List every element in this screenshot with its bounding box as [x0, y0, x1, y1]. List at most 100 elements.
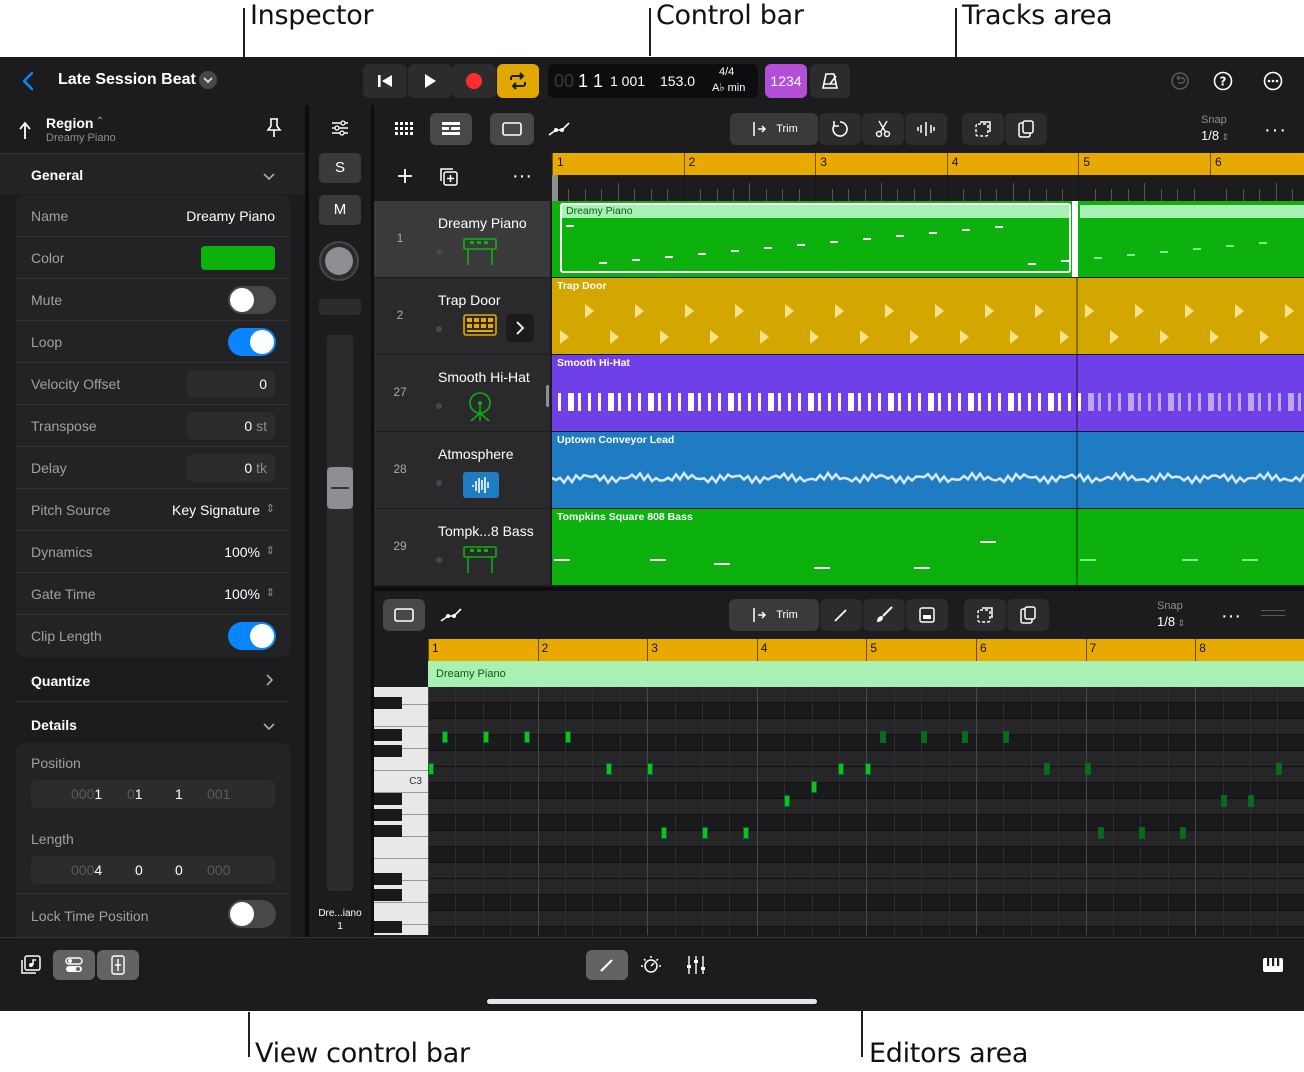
piano-white-key[interactable]	[374, 837, 428, 859]
track-header[interactable]: 28 Atmosphere	[374, 432, 550, 509]
automation-button[interactable]	[538, 113, 580, 145]
editor-paste-button[interactable]	[1007, 599, 1049, 631]
delay-field[interactable]: 0 tk	[187, 454, 275, 482]
loop-tool-button[interactable]	[819, 113, 861, 145]
clip-length-toggle[interactable]	[228, 622, 276, 650]
midi-note[interactable]	[1085, 763, 1091, 775]
lock-time-position-toggle[interactable]	[228, 900, 276, 928]
piano-black-key[interactable]	[374, 729, 402, 741]
home-indicator[interactable]	[487, 999, 817, 1004]
piano-keyboard[interactable]: C3	[374, 687, 428, 935]
midi-note[interactable]	[483, 731, 489, 743]
piano-black-key[interactable]	[374, 745, 402, 757]
midi-note[interactable]	[743, 827, 749, 839]
brush-tool-button[interactable]	[863, 599, 905, 631]
mute-toggle[interactable]	[228, 286, 276, 314]
chevron-right-icon[interactable]	[506, 314, 534, 342]
keyboard-toggle-icon[interactable]	[1262, 956, 1284, 974]
solo-button[interactable]: S	[319, 153, 361, 183]
go-to-beginning-button[interactable]	[363, 64, 407, 98]
piano-black-key[interactable]	[374, 825, 402, 837]
track-region[interactable]: Uptown Conveyor Lead	[552, 432, 1304, 508]
split-tool-button[interactable]	[862, 113, 904, 145]
track-header[interactable]: 2 Trap Door	[374, 278, 550, 355]
track-region[interactable]: Dreamy Piano	[552, 201, 1304, 277]
piano-black-key[interactable]	[374, 809, 402, 821]
editor-region-bar[interactable]: Dreamy Piano	[428, 661, 1304, 687]
add-track-icon[interactable]	[396, 167, 414, 185]
midi-note[interactable]	[606, 763, 612, 775]
midi-note[interactable]	[1276, 763, 1282, 775]
volume-fader-track[interactable]	[327, 335, 353, 891]
play-button[interactable]	[408, 64, 452, 98]
undo-icon[interactable]	[1170, 71, 1190, 91]
quantize-section-title[interactable]: Quantize	[31, 673, 305, 689]
record-button[interactable]	[452, 64, 496, 98]
piano-black-key[interactable]	[374, 873, 402, 885]
browser-button[interactable]	[383, 113, 425, 145]
track-region[interactable]: Smooth Hi-Hat	[552, 355, 1304, 431]
playhead[interactable]	[552, 175, 558, 201]
snap-value[interactable]: 1/8 ⇕	[1201, 128, 1229, 143]
position-field[interactable]: 0001 01 1 001	[31, 780, 275, 808]
midi-note[interactable]	[1003, 731, 1009, 743]
color-swatch[interactable]	[201, 246, 275, 270]
channel-strip-toggle-button[interactable]	[97, 950, 139, 980]
track-header[interactable]: 29 Tompk...8 Bass	[374, 509, 550, 586]
velocity-offset-field[interactable]: 0	[187, 370, 275, 398]
details-chevron-down-icon[interactable]	[262, 719, 276, 731]
transpose-field[interactable]: 0 st	[187, 412, 275, 440]
general-chevron-down-icon[interactable]	[262, 169, 276, 181]
trim-tool-button[interactable]: Trim	[730, 113, 818, 145]
lcd-display[interactable]: 00 1 1 1 001 153.0 4/4 A♭ min	[548, 64, 758, 98]
track-region[interactable]: Trap Door	[552, 278, 1304, 354]
inspector-toggle-button[interactable]	[53, 950, 95, 980]
editor-snap-value[interactable]: 1/8 ⇕	[1157, 614, 1185, 629]
midi-note[interactable]	[838, 763, 844, 775]
editor-copy-button[interactable]	[964, 599, 1006, 631]
help-icon[interactable]: ?	[1213, 71, 1233, 91]
midi-note[interactable]	[647, 763, 653, 775]
midi-note[interactable]	[702, 827, 708, 839]
midi-note[interactable]	[1044, 763, 1050, 775]
pin-icon[interactable]	[265, 117, 283, 139]
length-field[interactable]: 0004 0 0 000	[31, 856, 275, 884]
mute-button[interactable]: M	[319, 195, 361, 225]
midi-note[interactable]	[442, 731, 448, 743]
midi-note[interactable]	[565, 731, 571, 743]
project-menu-chevron-icon[interactable]	[199, 71, 217, 89]
editor-more-icon[interactable]: ···	[1221, 605, 1241, 628]
piano-roll-grid[interactable]	[428, 687, 1304, 935]
midi-note[interactable]	[428, 763, 434, 775]
browser-toggle-icon[interactable]	[19, 954, 43, 976]
tracks-ruler[interactable]: 1 2 3 4 5 6	[552, 153, 1304, 201]
inspector-back-icon[interactable]	[16, 119, 34, 141]
midi-note[interactable]	[784, 795, 790, 807]
name-value[interactable]: Dreamy Piano	[186, 208, 275, 224]
midi-note[interactable]	[1098, 827, 1104, 839]
piano-black-key[interactable]	[374, 921, 402, 933]
track-headers-more-icon[interactable]: ···	[512, 165, 532, 188]
midi-note[interactable]	[1139, 827, 1145, 839]
tracks-more-icon[interactable]: ···	[1264, 119, 1287, 142]
quantize-chevron-right-icon[interactable]	[265, 673, 275, 687]
mixer-icon[interactable]	[685, 954, 707, 976]
more-options-icon[interactable]	[1263, 71, 1283, 91]
pencil-tool-button[interactable]	[820, 599, 862, 631]
midi-note[interactable]	[1221, 795, 1227, 807]
name-row[interactable]: Name Dreamy Piano	[16, 195, 290, 237]
track-region[interactable]: Tompkins Square 808 Bass	[552, 509, 1304, 585]
tracks-scroll-indicator[interactable]	[546, 385, 549, 407]
back-icon[interactable]	[18, 69, 38, 93]
midi-note[interactable]	[811, 781, 817, 793]
piano-black-key[interactable]	[374, 889, 402, 901]
volume-fader-handle[interactable]	[327, 467, 353, 509]
track-header[interactable]: 27 Smooth Hi-Hat	[374, 355, 550, 432]
dynamics-value[interactable]: 100%	[224, 544, 260, 560]
pan-knob[interactable]	[319, 241, 359, 281]
inspector-header-title[interactable]: Region	[46, 115, 93, 131]
dynamics-row[interactable]: Dynamics 100% ⇕	[16, 531, 290, 573]
region-select-button[interactable]	[490, 113, 534, 145]
midi-note[interactable]	[865, 763, 871, 775]
pitch-source-row[interactable]: Pitch Source Key Signature ⇕	[16, 489, 290, 531]
